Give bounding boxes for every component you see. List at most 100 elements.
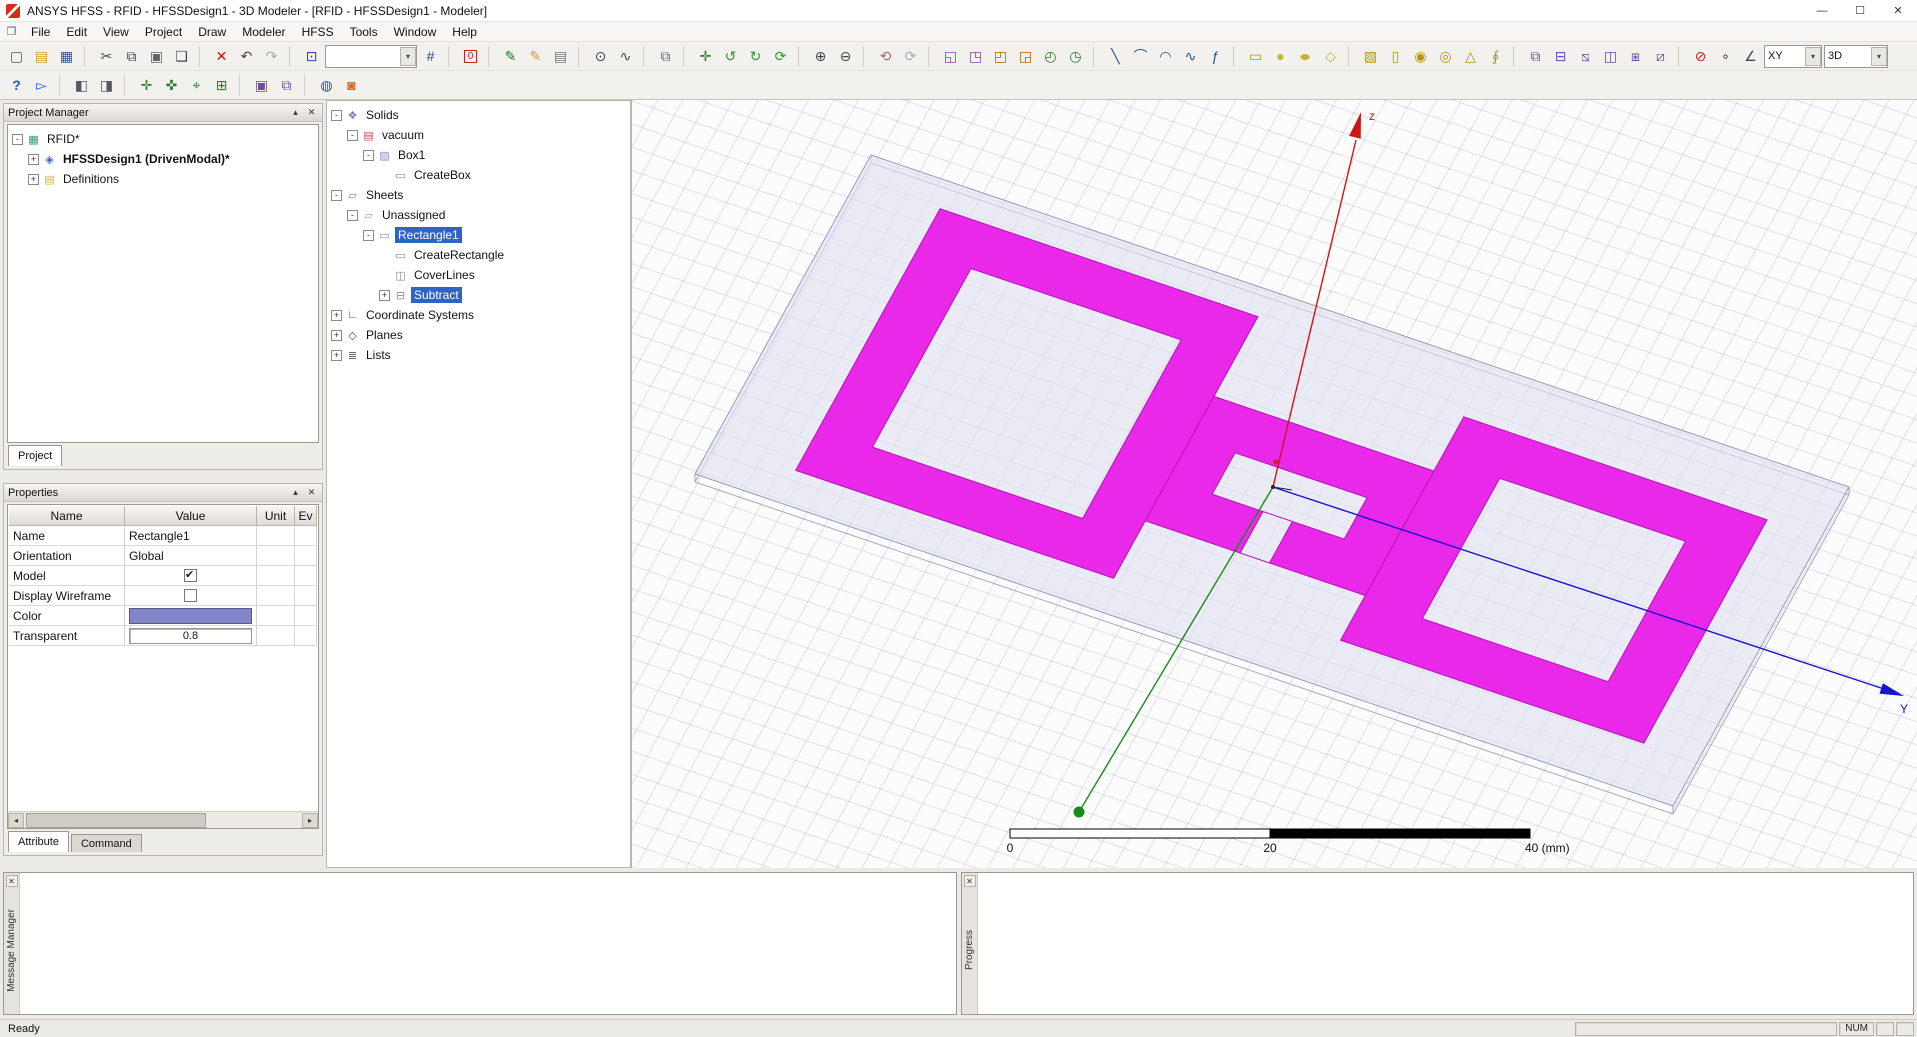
progress-content[interactable]: [978, 873, 1913, 1014]
tree-item-planes[interactable]: + ◇ Planes: [327, 325, 630, 345]
expand-toggle-icon[interactable]: [379, 170, 390, 181]
print-icon[interactable]: ❑: [170, 45, 193, 68]
orient-top-icon[interactable]: ◰: [989, 45, 1012, 68]
cut-icon[interactable]: ✂: [95, 45, 118, 68]
magnifier-icon[interactable]: ⊙: [589, 45, 612, 68]
tree-item-lists[interactable]: + ≣ Lists: [327, 345, 630, 365]
orient-isometric-icon[interactable]: ◴: [1039, 45, 1062, 68]
tree-item-vacuum[interactable]: - ▤ vacuum: [327, 125, 630, 145]
model-checkbox[interactable]: [184, 568, 197, 582]
view-undo-icon[interactable]: ⟲: [874, 45, 897, 68]
tree-item-definitions[interactable]: + ▤ Definitions: [8, 169, 318, 189]
array-icon[interactable]: ⧉: [275, 74, 298, 97]
undo-icon[interactable]: ↶: [235, 45, 258, 68]
expand-toggle-icon[interactable]: -: [331, 109, 342, 121]
sweep-icon[interactable]: ⧄: [1649, 45, 1672, 68]
draw-torus-icon[interactable]: ◎: [1434, 45, 1457, 68]
fit-all-icon[interactable]: ◱: [939, 45, 962, 68]
snap-center-icon[interactable]: ⌖: [185, 74, 208, 97]
close-button[interactable]: ✕: [1879, 0, 1917, 21]
tree-item-createbox[interactable]: ▭ CreateBox: [327, 165, 630, 185]
close-panel-icon[interactable]: ✕: [5, 875, 18, 887]
tree-item-hfssdesign1[interactable]: + ◈ HFSSDesign1 (DrivenModal)*: [8, 149, 318, 169]
select-object-icon[interactable]: ⊡: [300, 45, 323, 68]
minimize-button[interactable]: —: [1803, 0, 1841, 21]
draw-sphere-icon[interactable]: ◉: [1409, 45, 1432, 68]
expand-toggle-icon[interactable]: -: [347, 209, 358, 221]
view-redo-icon[interactable]: ⟳: [899, 45, 922, 68]
draw-cylinder-icon[interactable]: ▯: [1384, 45, 1407, 68]
collapse-panel-icon[interactable]: ▴: [289, 486, 302, 499]
unite-icon[interactable]: ⧉: [1524, 45, 1547, 68]
expand-toggle-icon[interactable]: -: [363, 149, 374, 161]
menu-item[interactable]: Tools: [342, 23, 386, 41]
expand-toggle-icon[interactable]: -: [12, 133, 23, 145]
show-project-manager-icon[interactable]: ◧: [70, 74, 93, 97]
tree-item-unassigned[interactable]: - ▱ Unassigned: [327, 205, 630, 225]
expand-toggle-icon[interactable]: -: [331, 189, 342, 201]
snap-mode-icon[interactable]: #: [419, 45, 442, 68]
scrollbar-thumb[interactable]: [26, 812, 206, 828]
menu-item[interactable]: Edit: [58, 23, 95, 41]
menu-item[interactable]: Draw: [190, 23, 234, 41]
align-icon[interactable]: ▣: [250, 74, 273, 97]
measure-icon[interactable]: ∠: [1739, 45, 1762, 68]
transparent-field[interactable]: 0.8: [129, 627, 252, 644]
save-icon[interactable]: ▦: [55, 45, 78, 68]
selection-mode-combo[interactable]: [325, 44, 417, 68]
snap-vertex-icon[interactable]: ✛: [135, 74, 158, 97]
zero-order-icon[interactable]: 0: [459, 45, 482, 68]
tree-item-box1[interactable]: - ▧ Box1: [327, 145, 630, 165]
orient-back-icon[interactable]: ◷: [1064, 45, 1087, 68]
child-window-icon[interactable]: ❐: [4, 25, 19, 38]
draw-spline-icon[interactable]: ∿: [1179, 45, 1202, 68]
plot-icon[interactable]: ∿: [614, 45, 637, 68]
tree-item-subtract[interactable]: + ⊟ Subtract: [327, 285, 630, 305]
tree-item-project-rfid[interactable]: - ▦ RFID*: [8, 129, 318, 149]
snap-grid-icon[interactable]: ⊞: [210, 74, 233, 97]
close-panel-icon[interactable]: ✕: [305, 106, 318, 119]
tree-item-rectangle1[interactable]: - ▭ Rectangle1: [327, 225, 630, 245]
properties-hscrollbar[interactable]: ◂ ▸: [8, 811, 318, 828]
tree-item-solids[interactable]: - ❖ Solids: [327, 105, 630, 125]
draw-helix-icon[interactable]: ∮: [1484, 45, 1507, 68]
name-value[interactable]: Rectangle1: [125, 526, 257, 546]
fit-selection-icon[interactable]: ◳: [964, 45, 987, 68]
report-icon[interactable]: ▤: [549, 45, 572, 68]
dynamic-rotate-icon[interactable]: ⟳: [769, 45, 792, 68]
scroll-left-icon[interactable]: ◂: [8, 812, 24, 828]
subtract-icon[interactable]: ⊟: [1549, 45, 1572, 68]
tab-command[interactable]: Command: [70, 834, 142, 852]
color-swatch[interactable]: [129, 607, 252, 624]
expand-toggle-icon[interactable]: [379, 250, 390, 261]
close-panel-icon[interactable]: ✕: [305, 486, 318, 499]
material-browser-icon[interactable]: ◙: [340, 74, 363, 97]
menu-item[interactable]: Modeler: [234, 23, 293, 41]
redo-icon[interactable]: ↷: [260, 45, 283, 68]
message-manager-content[interactable]: [20, 873, 956, 1014]
delete-icon[interactable]: ✕: [210, 45, 233, 68]
zoom-out-icon[interactable]: ⊖: [834, 45, 857, 68]
expand-toggle-icon[interactable]: -: [347, 129, 358, 141]
open-file-icon[interactable]: ▤: [30, 45, 53, 68]
zoom-in-icon[interactable]: ⊕: [809, 45, 832, 68]
maximize-button[interactable]: ☐: [1841, 0, 1879, 21]
draw-rectangle-icon[interactable]: ▭: [1244, 45, 1267, 68]
collapse-panel-icon[interactable]: ▴: [289, 106, 302, 119]
imprint-icon[interactable]: ⧆: [1624, 45, 1647, 68]
script-play-icon[interactable]: ✎: [524, 45, 547, 68]
expand-toggle-icon[interactable]: -: [363, 229, 374, 241]
split-icon[interactable]: ◫: [1599, 45, 1622, 68]
copy-icon[interactable]: ⧉: [120, 45, 143, 68]
show-properties-icon[interactable]: ◨: [95, 74, 118, 97]
expand-toggle-icon[interactable]: +: [331, 309, 342, 321]
non-model-icon[interactable]: ⊘: [1689, 45, 1712, 68]
tree-item-sheets[interactable]: - ▱ Sheets: [327, 185, 630, 205]
expand-toggle-icon[interactable]: +: [28, 173, 39, 185]
draw-box-icon[interactable]: ▧: [1359, 45, 1382, 68]
pan-icon[interactable]: ✛: [694, 45, 717, 68]
menu-item[interactable]: HFSS: [294, 23, 342, 41]
vertex-mode-icon[interactable]: ∘: [1714, 45, 1737, 68]
draw-arc-icon[interactable]: ⌒: [1129, 45, 1152, 68]
tree-item-coverlines[interactable]: ◫ CoverLines: [327, 265, 630, 285]
